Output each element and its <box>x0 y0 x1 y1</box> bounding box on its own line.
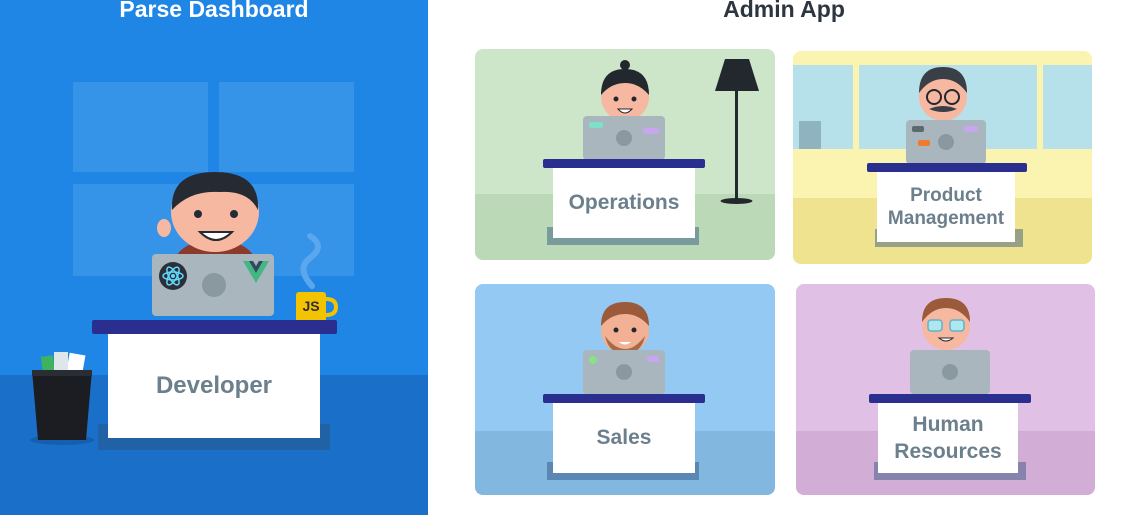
operations-card: Operations <box>475 49 775 260</box>
sticker <box>912 126 924 132</box>
window-pane <box>73 82 208 172</box>
sticker <box>589 122 603 128</box>
laptop-logo <box>616 364 632 380</box>
product-management-label: Product Management <box>877 172 1015 242</box>
laptop-logo <box>942 364 958 380</box>
floor-lamp-icon <box>715 59 759 204</box>
sticker <box>589 356 597 364</box>
laptop <box>583 116 665 160</box>
human-resources-label: Human Resources <box>878 403 1018 473</box>
parse-dashboard-panel: Parse Dashboard JS Developer <box>0 0 428 515</box>
developer-desk-label: Developer <box>108 334 320 438</box>
desk-top <box>92 320 337 334</box>
sticker <box>643 128 659 134</box>
laptop-logo <box>938 134 954 150</box>
sticker <box>647 356 659 362</box>
laptop-logo <box>202 273 226 297</box>
vue-sticker-icon <box>243 261 269 283</box>
window-pane <box>219 82 354 172</box>
sticker <box>964 126 978 132</box>
desk-top <box>543 159 705 168</box>
human-resources-card: Human Resources <box>796 284 1095 495</box>
sales-card: Sales <box>475 284 775 495</box>
laptop <box>583 350 665 394</box>
admin-app-title: Admin App <box>723 0 845 22</box>
mug-label: JS <box>302 298 320 314</box>
window-divider <box>853 65 859 149</box>
laptop <box>906 120 986 164</box>
desk-top <box>869 394 1031 403</box>
operations-label: Operations <box>553 168 695 238</box>
desk-top <box>867 163 1027 172</box>
product-management-card: Product Management <box>793 51 1092 264</box>
wall-panel <box>799 121 821 149</box>
laptop <box>910 350 990 394</box>
desk-top <box>543 394 705 403</box>
laptop-logo <box>616 130 632 146</box>
react-sticker-icon <box>159 262 187 290</box>
trash-can-icon <box>30 352 94 445</box>
sticker <box>918 140 930 146</box>
steam-icon <box>300 233 321 289</box>
parse-dashboard-title: Parse Dashboard <box>119 0 309 22</box>
window-divider <box>1037 65 1043 149</box>
sales-label: Sales <box>553 403 695 473</box>
